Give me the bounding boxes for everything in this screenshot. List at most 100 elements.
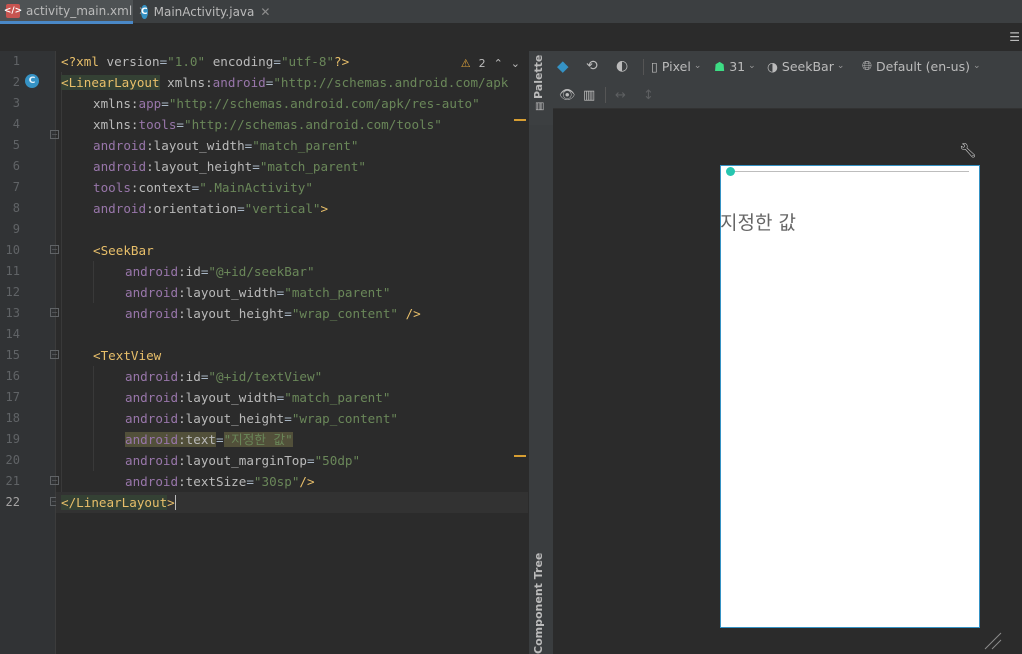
ns: android [93,201,147,216]
fold-icon[interactable]: − [50,350,59,359]
palette-tab[interactable]: Palette [532,55,545,99]
chevron-down-icon: ⌄ [748,61,756,71]
attr: :layout_width [178,390,277,405]
chevron-down-icon: ⌄ [693,61,702,71]
expand-vertical-button[interactable]: ↕ [643,86,654,104]
warning-stripe-marker[interactable] [514,455,526,457]
value: "지정한 값" [223,432,293,447]
ns: android [125,474,179,489]
line-number-gutter: 1 2 3 4 5 6 7 8 9 10 11 12 13 14 15 16 1… [0,51,59,654]
orientation-button[interactable]: ⟲ [586,57,598,75]
seekbar-track[interactable] [731,171,969,172]
chevron-up-icon[interactable]: ⌃ [494,57,503,70]
attr: :layout_width [146,138,245,153]
globe-icon: 🌐︎ [862,58,873,73]
xml-file-icon: </> [3,3,23,18]
night-mode-icon: ◐ [616,58,629,74]
value: "http://schemas.android.com/apk [273,75,509,90]
current-line-number: 22 [5,495,20,509]
hamburger-menu-icon[interactable]: ☰ [1009,30,1020,44]
line-number: 9 [12,222,20,236]
design-toolbar: ◆ ⟲ ◐ ▯ Pixel ⌄ ☗ 31 ⌄ ◑ SeekBar ⌄ 🌐︎ Default (… [553,51,1022,109]
theme-label: SeekBar [781,58,834,74]
attr: :layout_marginTop [178,453,307,468]
theme-dropdown[interactable]: ◑ SeekBar ⌄ [767,57,844,75]
view-options-button[interactable]: 👁︎ [559,86,576,104]
line-number: 2 [12,75,20,89]
wrench-icon[interactable]: 🔧︎ [959,143,977,159]
inspection-widget[interactable]: ⚠ 2 ⌃ ⌄ [461,55,520,71]
tab-label: MainActivity.java [153,5,255,19]
eq: = [306,453,315,468]
line-number: 7 [12,180,20,194]
device-preview[interactable]: 지정한 값 [720,165,980,628]
line-number: 6 [12,159,20,173]
attr: xmlns: [93,96,139,111]
line-number: 19 [5,432,20,446]
warning-count: 2 [478,56,486,70]
eq: = [284,411,292,426]
fold-icon[interactable]: − [50,130,59,139]
fold-icon[interactable]: − [50,476,59,485]
tab-mainactivity-java[interactable]: C MainActivity.java ✕ [135,0,270,24]
value: "match_parent" [284,390,391,405]
horizontal-arrows-icon: ↔ [615,87,626,103]
design-side-strip: Palette ▥ Component Tree [528,51,554,654]
class-gutter-icon[interactable]: C [25,74,39,88]
code-editor[interactable]: 1 2 3 4 5 6 7 8 9 10 11 12 13 14 15 16 1… [0,51,528,654]
component-tree-tab[interactable]: Component Tree [532,553,545,654]
value: "http://schemas.android.com/tools" [184,117,442,132]
design-canvas[interactable]: 🔧︎ 지정한 값 [553,109,1022,654]
line-number: 8 [12,201,20,215]
attr: :orientation [146,201,238,216]
eq: = [252,159,260,174]
locale-dropdown[interactable]: 🌐︎ Default (en-us) ⌄ [862,57,981,75]
value: "match_parent" [284,285,391,300]
ns: app [138,96,162,111]
preview-textview[interactable]: 지정한 값 [720,208,796,235]
api-level-dropdown[interactable]: ☗ 31 ⌄ [714,57,756,75]
eq: = [216,432,224,447]
rotate-icon: ⟲ [586,58,598,74]
close-icon[interactable]: ✕ [260,5,270,19]
indent-guide [93,261,94,303]
chevron-down-icon[interactable]: ⌄ [511,57,520,70]
line-number: 21 [5,474,20,488]
value: "@+id/textView" [208,369,323,384]
design-surface-button[interactable]: ◆ [557,57,569,75]
tag-name: <TextView [93,348,162,363]
expand-horizontal-button[interactable]: ↔ [615,86,626,104]
tab-activity-main-xml[interactable]: </> activity_main.xml ✕ [0,0,148,24]
tag-close: > [320,201,329,216]
attr: :id [178,264,201,279]
warning-stripe-marker[interactable] [514,119,526,121]
value: "http://schemas.android.com/apk/res-auto… [168,96,480,111]
ns: android [125,369,179,384]
palette-icon: ▥ [535,101,545,112]
eq: = [273,54,281,69]
phone-icon: ▯ [651,58,658,74]
eq: = [176,117,185,132]
layers-icon: ◆ [557,57,569,75]
eq: = [161,96,169,111]
ns: android [125,411,179,426]
value: "@+id/seekBar" [208,264,315,279]
blueprint-toggle[interactable]: ▥ [583,86,595,104]
component-tree-label: Component Tree [532,552,545,654]
attr: :text [178,432,216,447]
value: "vertical" [244,201,321,216]
chevron-down-icon: ⌄ [836,61,845,71]
resize-handle-icon[interactable] [981,629,1003,651]
night-mode-button[interactable]: ◐ [616,57,628,75]
value: "1.0" [167,54,206,69]
seekbar-thumb[interactable] [726,167,735,176]
eq: = [284,306,292,321]
warning-icon: ⚠ [460,56,471,70]
fold-icon[interactable]: − [50,245,59,254]
indent-guide [93,366,94,471]
toolbar-separator [643,59,644,75]
fold-icon[interactable]: − [50,308,59,317]
attr: :layout_height [146,159,253,174]
device-dropdown[interactable]: ▯ Pixel ⌄ [651,57,701,75]
